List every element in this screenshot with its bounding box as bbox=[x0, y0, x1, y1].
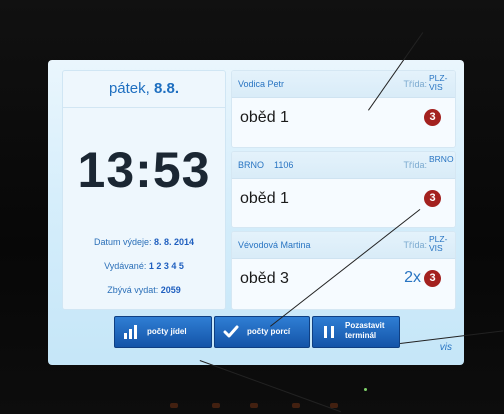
remaining-row: Zbývá vydat: 2059 bbox=[63, 285, 225, 295]
meal-name: oběd 3 bbox=[240, 270, 289, 287]
pause-icon bbox=[324, 326, 334, 338]
customer-name: Vodica Petr bbox=[238, 79, 285, 89]
remaining-label: Zbývá vydat: bbox=[107, 285, 159, 295]
pause-terminal-label-line1: Pozastavit bbox=[345, 321, 385, 330]
meal-counts-label: počty jídel bbox=[147, 327, 187, 336]
class-value: BRNO bbox=[429, 154, 454, 164]
hardware-button[interactable] bbox=[330, 403, 338, 408]
power-led bbox=[364, 388, 367, 391]
order-card[interactable]: Vodica Petr Třída: PLZ-VIS oběd 1 3 bbox=[231, 70, 456, 148]
portion-counts-label: počty porcí bbox=[247, 327, 291, 336]
order-card[interactable]: Vévodová Martina Třída: PLZ-VIS oběd 3 2… bbox=[231, 231, 456, 310]
day-label: pátek, bbox=[108, 80, 150, 97]
power-button[interactable] bbox=[250, 403, 258, 408]
portion-badge: 3 bbox=[424, 270, 441, 287]
vis-logo: vis bbox=[439, 342, 452, 353]
issue-date-row: Datum výdeje: 8. 8. 2014 bbox=[63, 237, 225, 247]
order-card[interactable]: BRNO 1106 Třída: BRNO oběd 1 3 bbox=[231, 151, 456, 228]
served-row: Vydávané: 1 2 3 4 5 bbox=[63, 261, 225, 271]
pause-terminal-button[interactable]: Pozastavit terminál bbox=[312, 316, 400, 348]
portion-badge: 3 bbox=[424, 190, 441, 207]
hardware-button[interactable] bbox=[170, 403, 178, 408]
issue-date-label: Datum výdeje: bbox=[93, 237, 152, 247]
pause-terminal-label-line2: terminál bbox=[345, 331, 377, 340]
remaining-value: 2059 bbox=[160, 285, 181, 295]
issue-date-value: 8. 8. 2014 bbox=[154, 237, 195, 247]
clock: 13:53 bbox=[77, 142, 211, 198]
date-header: pátek, 8.8. bbox=[63, 71, 225, 108]
bar-chart-icon bbox=[124, 325, 137, 339]
portion-counts-button[interactable]: počty porcí bbox=[214, 316, 310, 348]
hardware-button[interactable] bbox=[212, 403, 220, 408]
hardware-button[interactable] bbox=[292, 403, 300, 408]
terminal-screen: pátek, 8.8. 13:53 Datum výdeje: 8. 8. 20… bbox=[48, 60, 464, 365]
portion-badge: 3 bbox=[424, 109, 441, 126]
meal-name: oběd 1 bbox=[240, 109, 289, 126]
checkmark-icon bbox=[223, 325, 239, 338]
class-label: Třída: bbox=[403, 240, 427, 250]
class-value: PLZ-VIS bbox=[429, 73, 448, 92]
date-label: 8.8. bbox=[154, 80, 180, 97]
class-label: Třída: bbox=[403, 79, 427, 89]
served-value: 1 2 3 4 5 bbox=[148, 261, 184, 271]
pause-terminal-label: Pozastavit terminál bbox=[345, 321, 385, 341]
portion-count: 2x bbox=[404, 269, 421, 286]
meal-counts-button[interactable]: počty jídel bbox=[114, 316, 212, 348]
info-panel: pátek, 8.8. 13:53 Datum výdeje: 8. 8. 20… bbox=[62, 70, 226, 310]
customer-name: BRNO 1106 bbox=[238, 160, 294, 170]
customer-name: Vévodová Martina bbox=[238, 240, 311, 250]
class-label: Třída: bbox=[403, 160, 427, 170]
meal-name: oběd 1 bbox=[240, 190, 289, 207]
served-label: Vydávané: bbox=[104, 261, 147, 271]
class-value: PLZ-VIS bbox=[429, 234, 448, 253]
